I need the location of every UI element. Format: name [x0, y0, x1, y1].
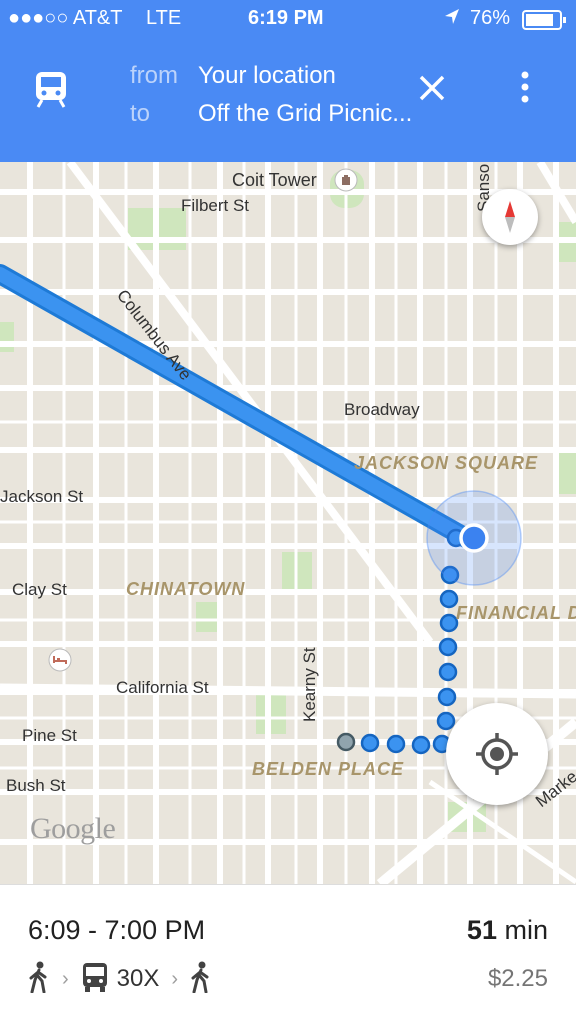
- duration: 51 min: [467, 915, 548, 946]
- landmark-label: Coit Tower: [232, 170, 317, 190]
- bus-icon: [81, 961, 109, 998]
- street-label: Filbert St: [181, 196, 250, 215]
- duration-value: 51: [466, 915, 497, 945]
- map-view[interactable]: Coit Tower Filbert St Columbus Ave Sanso…: [0, 162, 576, 884]
- carrier-label: ●●●○○ AT&T: [8, 7, 123, 29]
- my-location-button[interactable]: [446, 703, 548, 805]
- district-label: FINANCIAL DISTRICT: [456, 603, 576, 623]
- from-label: from: [130, 62, 178, 89]
- street-label: California St: [116, 678, 209, 697]
- destination-marker: [336, 732, 356, 752]
- district-label: BELDEN PLACE: [252, 759, 405, 779]
- directions-header: from Your location to Off the Grid Picnic.…: [0, 40, 576, 162]
- from-row[interactable]: from Your location: [130, 62, 336, 90]
- time-range: 6:09 - 7:00 PM: [28, 915, 206, 945]
- walk-icon: [28, 961, 50, 998]
- route-steps: › 30X ›: [28, 961, 212, 997]
- fare: $2.25: [487, 965, 548, 992]
- battery-percent: 76%: [470, 7, 511, 29]
- google-logo: Google: [30, 812, 116, 845]
- from-value: Your location: [198, 62, 336, 89]
- more-options-icon[interactable]: [518, 70, 532, 109]
- to-value: Off the Grid Picnic...: [198, 100, 413, 127]
- street-label: Kearny St: [300, 647, 319, 722]
- district-label: CHINATOWN: [126, 579, 246, 599]
- to-label: to: [130, 100, 151, 127]
- district-label: JACKSON SQUARE: [354, 453, 539, 473]
- chevron-right-icon: ›: [171, 967, 179, 990]
- compass-button[interactable]: [482, 189, 538, 245]
- compass-icon: [505, 201, 515, 233]
- transit-icon[interactable]: [34, 70, 68, 113]
- network-label: LTE: [146, 7, 182, 29]
- route-summary-card[interactable]: 6:09 - 7:00 PM 51 min › 30X › $2.25: [0, 884, 576, 1025]
- close-icon[interactable]: [418, 74, 446, 107]
- street-label: Jackson St: [0, 487, 84, 506]
- street-label: Pine St: [22, 726, 77, 745]
- current-location-marker: [461, 525, 487, 551]
- location-arrow-icon: [444, 8, 460, 32]
- battery-icon: [522, 10, 568, 36]
- street-label: Broadway: [344, 400, 420, 419]
- street-label: Clay St: [12, 580, 67, 599]
- status-time: 6:19 PM: [248, 7, 324, 29]
- status-bar: ●●●○○ AT&T LTE 6:19 PM 76%: [0, 0, 576, 40]
- street-label: Bush St: [6, 776, 66, 795]
- bus-line-number: 30X: [116, 965, 160, 992]
- crosshair-icon: [476, 733, 518, 775]
- to-row[interactable]: to Off the Grid Picnic...: [130, 100, 412, 128]
- walk-icon: [190, 961, 212, 998]
- duration-unit: min: [504, 915, 548, 945]
- chevron-right-icon: ›: [62, 967, 69, 990]
